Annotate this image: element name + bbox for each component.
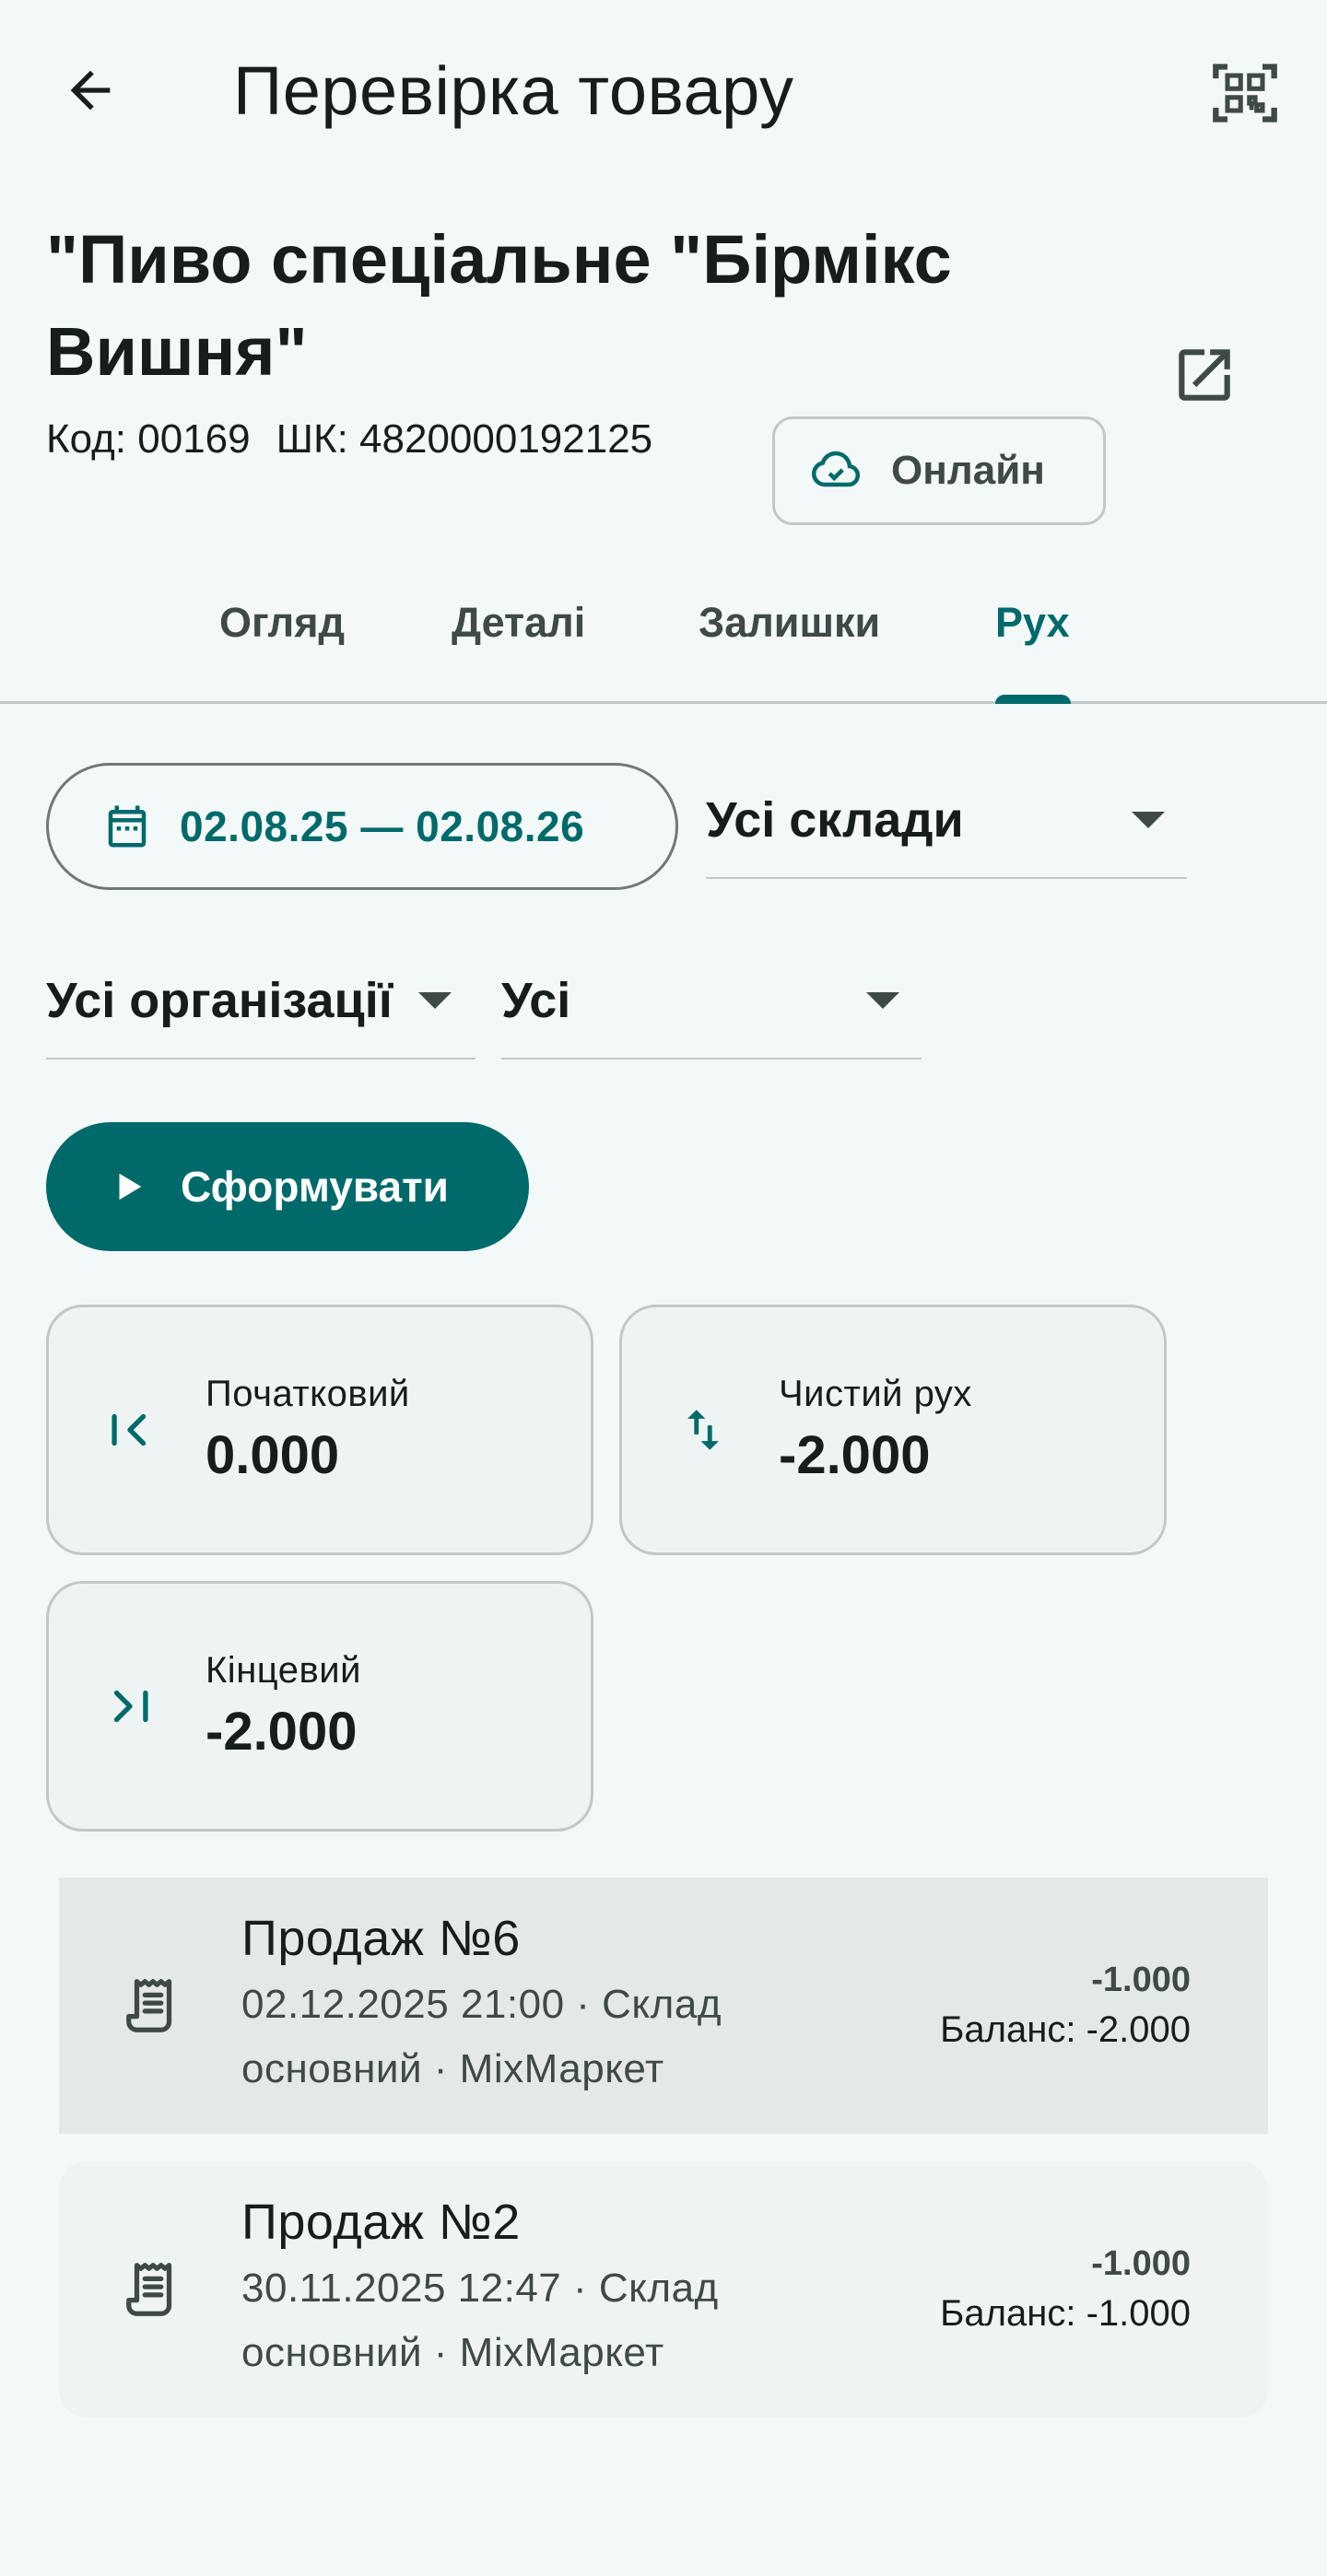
summary-card-end: Кінцевий -2.000	[46, 1581, 593, 1832]
movement-subtitle: основний · MixМаркет	[241, 2330, 664, 2375]
product-barcode: ШК: 4820000192125	[276, 416, 653, 462]
open-external-button[interactable]	[1163, 334, 1246, 416]
movement-balance: Баланс: -1.000	[940, 2293, 1191, 2334]
product-name: "Пиво спеціальне "Бірмікс Вишня"	[46, 221, 952, 390]
dropdown-arrow-icon	[866, 992, 899, 1009]
tab-indicator	[995, 695, 1071, 704]
tab-details[interactable]: Деталі	[452, 599, 585, 647]
type-value: Усі	[501, 973, 571, 1028]
movement-title: Продаж №2	[241, 2195, 521, 2250]
warehouse-dropdown[interactable]: Усі склади	[706, 763, 1187, 879]
movement-subtitle: 02.12.2025 21:00 · Склад	[241, 1982, 722, 2027]
online-label: Онлайн	[891, 448, 1045, 493]
tab-overview[interactable]: Огляд	[219, 599, 345, 647]
dropdown-arrow-icon	[1132, 812, 1165, 828]
tab-stock[interactable]: Залишки	[699, 599, 880, 647]
movement-subtitle: основний · MixМаркет	[241, 2046, 664, 2091]
movement-balance: Баланс: -2.000	[940, 2009, 1191, 2050]
play-icon	[119, 1173, 142, 1200]
warehouse-value: Усі склади	[706, 792, 964, 848]
arrow-back-icon	[70, 70, 111, 111]
movement-qty: -1.000	[1091, 1961, 1191, 1999]
receipt-icon	[116, 1969, 190, 2043]
organization-dropdown[interactable]: Усі організації	[46, 943, 476, 1060]
back-button[interactable]	[46, 46, 135, 135]
date-range-button[interactable]: 02.08.25 — 02.08.26	[46, 763, 678, 890]
summary-net-label: Чистий рух	[779, 1374, 972, 1414]
open-in-new-icon	[1179, 349, 1230, 401]
tab-bar: Огляд Деталі Залишки Рух	[0, 569, 1327, 704]
tab-movement[interactable]: Рух	[995, 599, 1070, 647]
movement-title: Продаж №6	[241, 1911, 521, 1966]
online-status-chip[interactable]: Онлайн	[772, 416, 1106, 525]
qr-scan-icon	[1213, 64, 1277, 123]
product-codes: Код: 00169 ШК: 4820000192125	[46, 416, 678, 463]
receipt-icon	[116, 2253, 190, 2326]
generate-button[interactable]: Сформувати	[46, 1122, 529, 1251]
summary-card-start: Початковий 0.000	[46, 1305, 593, 1555]
date-range-label: 02.08.25 — 02.08.26	[180, 802, 585, 850]
cloud-done-icon	[812, 451, 861, 487]
organization-value: Усі організації	[46, 973, 393, 1028]
movement-qty: -1.000	[1091, 2244, 1191, 2283]
first-page-icon	[100, 1400, 159, 1459]
summary-start-label: Початковий	[206, 1374, 410, 1414]
calendar-icon	[108, 805, 147, 848]
summary-net-value: -2.000	[779, 1425, 931, 1485]
list-item[interactable]: Продаж №6 02.12.2025 21:00 · Склад основ…	[59, 1878, 1268, 2134]
type-dropdown[interactable]: Усі	[501, 943, 922, 1060]
qr-scan-button[interactable]	[1204, 52, 1286, 135]
summary-card-net: Чистий рух -2.000	[619, 1305, 1167, 1555]
summary-end-value: -2.000	[206, 1702, 358, 1762]
generate-label: Сформувати	[181, 1163, 449, 1211]
swap-vert-icon	[674, 1400, 733, 1459]
product-code: Код: 00169	[46, 416, 251, 462]
movement-subtitle: 30.11.2025 12:47 · Склад	[241, 2266, 719, 2311]
summary-end-label: Кінцевий	[206, 1650, 361, 1691]
list-item[interactable]: Продаж №2 30.11.2025 12:47 · Склад основ…	[59, 2161, 1268, 2418]
dropdown-arrow-icon	[418, 992, 452, 1009]
last-page-icon	[100, 1677, 159, 1736]
summary-start-value: 0.000	[206, 1425, 340, 1485]
page-title: Перевірка товару	[233, 53, 794, 129]
